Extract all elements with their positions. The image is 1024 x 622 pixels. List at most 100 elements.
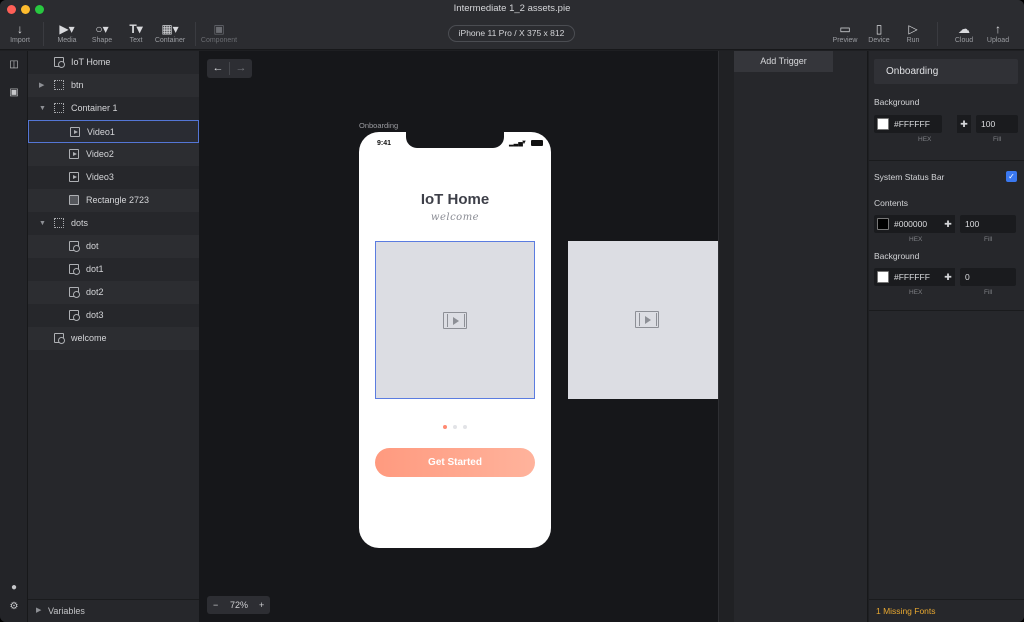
pager-dot <box>453 425 457 429</box>
layer-name: Video2 <box>86 149 114 159</box>
video-play-icon <box>635 311 659 328</box>
layer-row[interactable]: ▼ dots <box>28 212 199 235</box>
component-icon: ▣ <box>213 22 225 36</box>
video-layer-icon <box>70 127 80 137</box>
container-icon: ▦▾ <box>161 22 179 36</box>
background-hex-field[interactable]: #FFFFFF <box>874 115 942 133</box>
add-trigger-button[interactable]: Add Trigger <box>734 51 833 72</box>
eyedropper-icon[interactable]: ✚ <box>941 268 955 286</box>
contents-fill-field[interactable]: 100 <box>960 215 1016 233</box>
hex-caption: HEX <box>909 236 923 243</box>
media-icon: ▶▾ <box>59 22 75 36</box>
color-swatch[interactable] <box>877 218 889 230</box>
layer-name: dots <box>71 218 89 228</box>
collapse-arrow-icon[interactable]: ▼ <box>39 97 46 120</box>
layer-row[interactable]: dot <box>28 235 199 258</box>
layer-row[interactable]: ▼ Container 1 <box>28 97 199 120</box>
collapse-arrow-icon[interactable]: ▼ <box>39 212 46 235</box>
layer-row[interactable]: Video2 <box>28 143 199 166</box>
zoom-out-button[interactable]: − <box>213 596 218 614</box>
inspector-panel: Onboarding Background #FFFFFF ✚ 100 HEX … <box>869 51 1024 622</box>
status-bar-background-hex-field[interactable]: #FFFFFF <box>874 268 942 286</box>
phone-artboard[interactable]: 9:41 ▂▃▅ ▼ IoT Home welcome Get Started <box>359 132 551 548</box>
components-icon[interactable]: ▣ <box>8 87 20 99</box>
hex-value: #000000 <box>894 219 928 229</box>
phone-notch <box>406 132 504 148</box>
import-label: Import <box>10 37 30 44</box>
layer-row[interactable]: Rectangle 2723 <box>28 189 199 212</box>
variables-label: Variables <box>48 606 85 616</box>
settings-gear-icon[interactable]: ⚙ <box>8 601 20 613</box>
window-title: Intermediate 1_2 assets.pie <box>453 3 571 14</box>
zoom-in-button[interactable]: + <box>259 596 264 614</box>
import-button[interactable]: ↓ Import <box>0 22 40 44</box>
layer-row[interactable]: Video3 <box>28 166 199 189</box>
status-bar-checkbox[interactable]: ✓ <box>1006 171 1017 182</box>
app-subtitle[interactable]: welcome <box>359 212 551 223</box>
run-button[interactable]: ▷ Run <box>893 22 933 44</box>
rectangle-layer-icon <box>69 195 79 205</box>
get-started-button[interactable]: Get Started <box>375 448 535 477</box>
container-layer-icon <box>54 80 64 90</box>
pager-dot <box>463 425 467 429</box>
layers-panel: IoT Home ▶ btn ▼ Container 1 Video1 Vide… <box>28 51 199 622</box>
expand-arrow-icon[interactable]: ▶ <box>39 74 44 97</box>
app-title[interactable]: IoT Home <box>359 191 551 208</box>
import-icon: ↓ <box>17 22 23 36</box>
layer-name: dot3 <box>86 310 104 320</box>
inspector-title[interactable]: Onboarding <box>874 59 1018 84</box>
back-arrow-icon[interactable]: ← <box>207 59 229 78</box>
media-label: Media <box>57 37 77 44</box>
zoom-level[interactable]: 72% <box>230 596 248 614</box>
layer-row[interactable]: dot1 <box>28 258 199 281</box>
artboard-label[interactable]: Onboarding <box>359 121 398 130</box>
background-label: Background <box>874 97 920 107</box>
layer-name: Container 1 <box>71 103 118 113</box>
contents-hex-field[interactable]: #000000 <box>874 215 942 233</box>
device-selector[interactable]: iPhone 11 Pro / X 375 x 812 <box>448 25 575 42</box>
layer-row[interactable]: ▶ btn <box>28 74 199 97</box>
container-button[interactable]: ▦▾ Container <box>150 22 190 44</box>
layer-name: Rectangle 2723 <box>86 195 150 205</box>
layer-row[interactable]: dot2 <box>28 281 199 304</box>
layer-name: btn <box>71 80 84 90</box>
missing-fonts-warning[interactable]: 1 Missing Fonts <box>869 599 1024 622</box>
pager-dot <box>443 425 447 429</box>
status-time: 9:41 <box>377 140 392 147</box>
video1-placeholder[interactable] <box>375 241 535 399</box>
media-button[interactable]: ▶▾ Media <box>47 22 87 44</box>
image-layer-icon <box>69 264 80 275</box>
forward-arrow-icon[interactable]: → <box>230 59 252 78</box>
image-layer-icon <box>54 333 65 344</box>
layer-row[interactable]: dot3 <box>28 304 199 327</box>
video2-placeholder[interactable] <box>568 241 718 399</box>
layer-row[interactable]: Video1 <box>28 120 199 143</box>
layer-row[interactable]: welcome <box>28 327 199 350</box>
background-fill-field[interactable]: 100 <box>976 115 1018 133</box>
design-canvas[interactable]: ← → Onboarding 9:41 ▂▃▅ ▼ IoT Home welco… <box>199 51 718 622</box>
toolbar-divider <box>195 22 196 46</box>
hex-value: #FFFFFF <box>894 272 930 282</box>
component-button[interactable]: ▣ Component <box>199 22 239 44</box>
eyedropper-icon[interactable]: ✚ <box>957 115 971 133</box>
container-layer-icon <box>54 218 64 228</box>
battery-icon <box>531 140 543 146</box>
color-swatch[interactable] <box>877 118 889 130</box>
run-label: Run <box>906 37 920 44</box>
status-bar-background-label: Background <box>874 251 920 261</box>
account-icon[interactable]: ● <box>8 582 20 594</box>
image-layer-icon <box>69 241 80 252</box>
upload-icon: ↑ <box>995 22 1001 36</box>
variables-section[interactable]: ▶ Variables <box>28 599 199 622</box>
video-layer-icon <box>69 149 79 159</box>
upload-button[interactable]: ↑ Upload <box>978 22 1018 44</box>
eyedropper-icon[interactable]: ✚ <box>941 215 955 233</box>
color-swatch[interactable] <box>877 271 889 283</box>
image-layer-icon <box>69 310 80 321</box>
hex-value: #FFFFFF <box>894 119 930 129</box>
status-bar-background-fill-field[interactable]: 0 <box>960 268 1016 286</box>
panels-toggle-icon[interactable]: ◫ <box>8 59 20 71</box>
image-layer-icon <box>69 287 80 298</box>
container-layer-icon <box>54 103 64 113</box>
layer-row[interactable]: IoT Home <box>28 51 199 74</box>
